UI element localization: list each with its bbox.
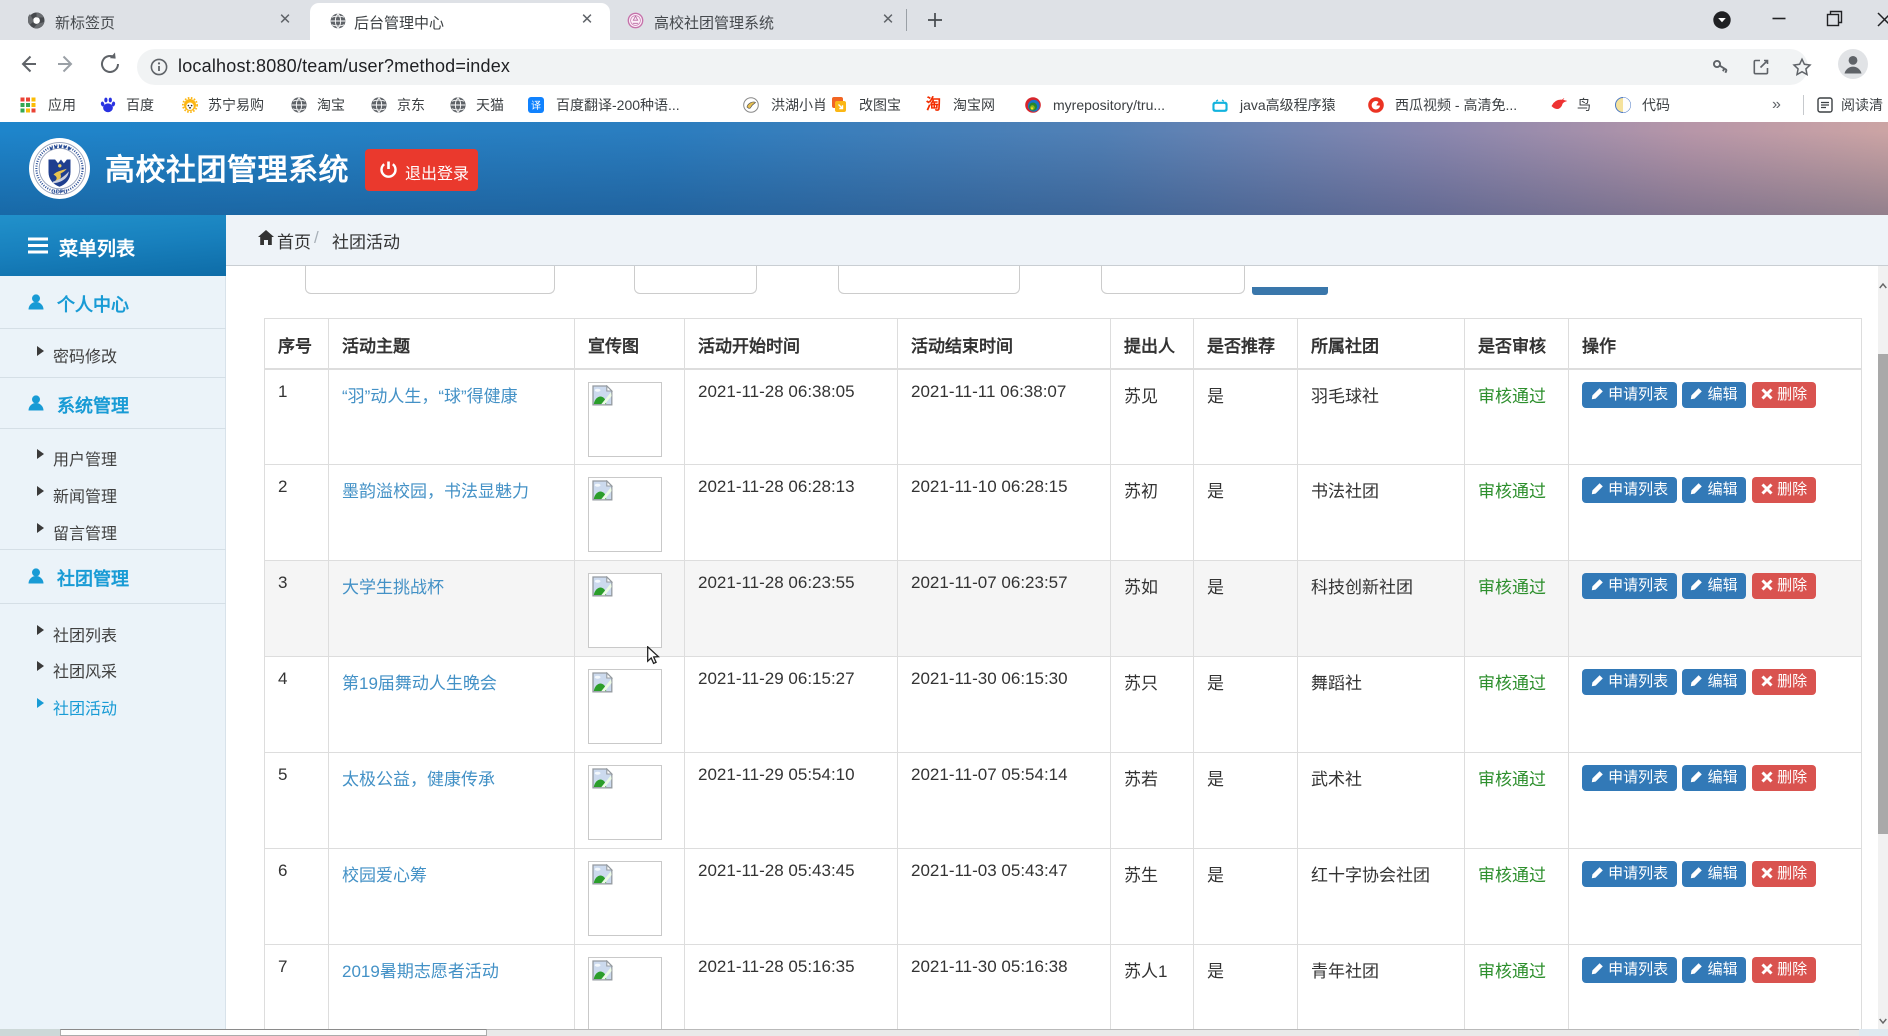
svg-text:GDPU: GDPU xyxy=(51,190,67,196)
svg-text:译: 译 xyxy=(531,100,541,112)
